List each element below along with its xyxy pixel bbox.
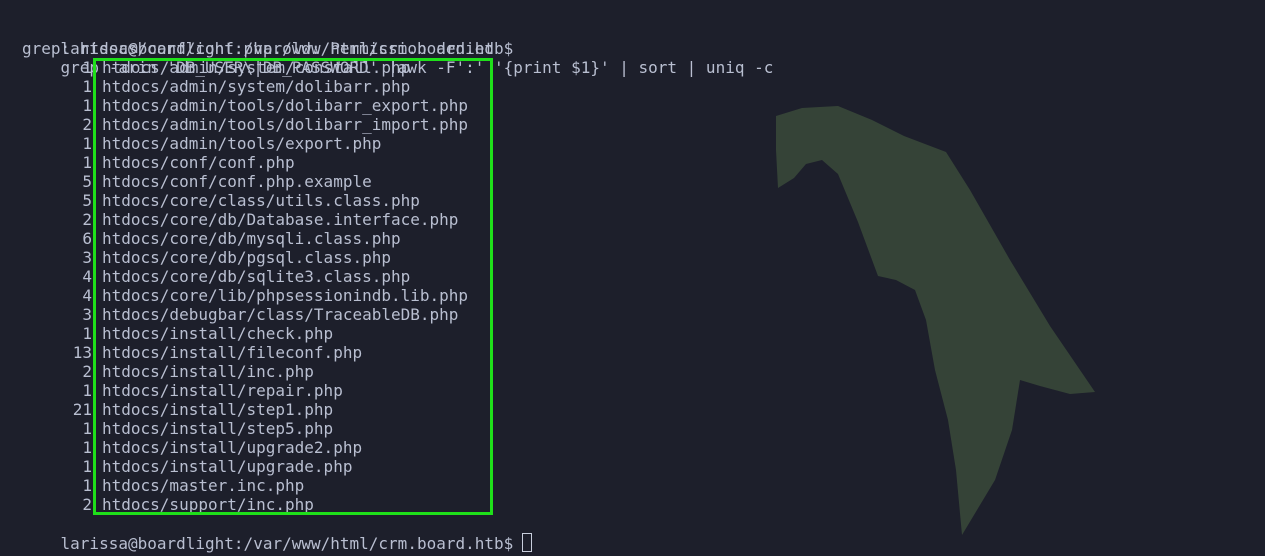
file-path: htdocs/install/inc.php [102,362,314,381]
file-path: htdocs/install/upgrade.php [102,457,353,476]
file-path: htdocs/conf/conf.php [102,153,295,172]
match-count: 2 [82,362,92,381]
result-row: 1 htdocs/admin/tools/dolibarr_export.php [22,96,468,115]
file-path: htdocs/core/db/mysqli.class.php [102,229,401,248]
file-path: htdocs/core/lib/phpsessionindb.lib.php [102,286,469,305]
file-path: htdocs/core/db/sqlite3.class.php [102,267,411,286]
match-count: 5 [82,191,92,210]
file-path: htdocs/core/class/utils.class.php [102,191,420,210]
file-path: htdocs/core/db/pgsql.class.php [102,248,391,267]
match-count: 1 [82,457,92,476]
match-count: 21 [72,400,92,419]
command-line: larissa@boardlight:/var/www/html/crm.boa… [22,20,774,77]
file-path: htdocs/admin/tools/export.php [102,134,382,153]
terminal-window[interactable]: larissa@boardlight:/var/www/html/crm.boa… [0,0,1265,556]
file-path: htdocs/install/step5.php [102,419,334,438]
match-count: 1 [82,58,92,77]
match-count: 3 [82,248,92,267]
result-row: 1 htdocs/admin/system/dolibarr.php [22,77,410,96]
match-count: 1 [82,381,92,400]
file-path: htdocs/admin/system/constall.php [102,58,411,77]
result-row: 1 htdocs/install/repair.php [22,381,343,400]
match-count: 2 [82,495,92,514]
file-path: htdocs/conf/conf.php.example [102,172,372,191]
match-count: 2 [82,210,92,229]
result-row: 3 htdocs/debugbar/class/TraceableDB.php [22,305,458,324]
match-count: 1 [82,324,92,343]
result-row: 4 htdocs/core/lib/phpsessionindb.lib.php [22,286,468,305]
result-row: 1 htdocs/master.inc.php [22,476,304,495]
file-path: htdocs/core/db/Database.interface.php [102,210,459,229]
result-row: 4 htdocs/core/db/sqlite3.class.php [22,267,410,286]
result-row: 1 htdocs/admin/tools/export.php [22,134,381,153]
match-count: 1 [82,153,92,172]
file-path: htdocs/debugbar/class/TraceableDB.php [102,305,459,324]
result-row: 5 htdocs/conf/conf.php.example [22,172,372,191]
match-count: 13 [72,343,92,362]
file-path: htdocs/admin/tools/dolibarr_import.php [102,115,469,134]
result-row: 1 htdocs/conf/conf.php [22,153,295,172]
result-row: 2 htdocs/install/inc.php [22,362,314,381]
final-prompt-line[interactable]: larissa@boardlight:/var/www/html/crm.boa… [22,514,533,553]
prompt: larissa@boardlight:/var/www/html/crm.boa… [60,534,514,553]
match-count: 6 [82,229,92,248]
match-count: 3 [82,305,92,324]
match-count: 1 [82,77,92,96]
file-path: htdocs/install/upgrade2.php [102,438,363,457]
result-row: 2 htdocs/support/inc.php [22,495,314,514]
result-row: 3 htdocs/core/db/pgsql.class.php [22,248,391,267]
file-path: htdocs/master.inc.php [102,476,305,495]
match-count: 2 [82,115,92,134]
match-count: 1 [82,438,92,457]
cursor [522,533,533,552]
result-row: 1 htdocs/install/upgrade.php [22,457,352,476]
match-count: 1 [82,96,92,115]
result-row: 6 htdocs/core/db/mysqli.class.php [22,229,401,248]
result-row: 1 htdocs/admin/system/constall.php [22,58,410,77]
result-row: 2 htdocs/core/db/Database.interface.php [22,210,458,229]
match-count: 1 [82,419,92,438]
result-row: 13 htdocs/install/fileconf.php [22,343,362,362]
result-row: 1 htdocs/install/step5.php [22,419,333,438]
result-row: 1 htdocs/install/check.php [22,324,333,343]
result-row: 1 htdocs/install/upgrade2.php [22,438,362,457]
file-path: htdocs/install/step1.php [102,400,334,419]
file-path: htdocs/admin/system/dolibarr.php [102,77,411,96]
match-count: 5 [82,172,92,191]
error-line: grep: htdocs/conf/conf.php.old: Permissi… [22,39,495,58]
result-row: 21 htdocs/install/step1.php [22,400,333,419]
match-count: 1 [82,476,92,495]
file-path: htdocs/install/fileconf.php [102,343,363,362]
match-count: 1 [82,134,92,153]
result-row: 2 htdocs/admin/tools/dolibarr_import.php [22,115,468,134]
match-count: 4 [82,267,92,286]
file-path: htdocs/admin/tools/dolibarr_export.php [102,96,469,115]
result-row: 5 htdocs/core/class/utils.class.php [22,191,420,210]
match-count: 4 [82,286,92,305]
file-path: htdocs/install/check.php [102,324,334,343]
file-path: htdocs/support/inc.php [102,495,314,514]
file-path: htdocs/install/repair.php [102,381,343,400]
